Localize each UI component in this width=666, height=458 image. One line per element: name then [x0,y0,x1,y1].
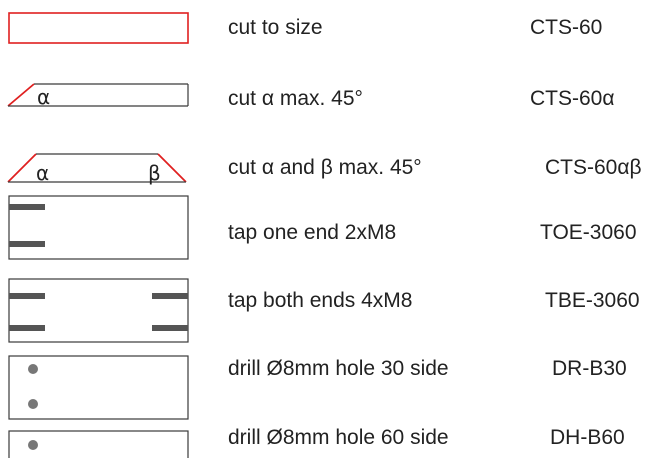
options-diagram: α α β cut to size CTS-60 cut α max. 45° … [0,0,666,458]
option-code: TBE-3060 [545,289,640,312]
option-description: tap both ends 4xM8 [228,289,413,312]
option-description: drill Ø8mm hole 30 side [228,357,449,380]
option-code: TOE-3060 [540,221,637,244]
option-row-cut-alpha: cut α max. 45° CTS-60α [0,79,666,119]
option-code: DR-B30 [552,357,627,380]
option-code: CTS-60αβ [545,156,642,179]
option-row-cut-alpha-beta: cut α and β max. 45° CTS-60αβ [0,148,666,188]
option-description: cut α max. 45° [228,87,363,110]
tap-mark [9,325,45,331]
option-description: tap one end 2xM8 [228,221,397,244]
option-description: cut to size [228,16,323,39]
option-row-drill-60-side: drill Ø8mm hole 60 side DH-B60 [0,418,666,458]
option-code: CTS-60 [530,16,603,39]
tap-mark [152,325,188,331]
option-code: CTS-60α [530,87,615,110]
option-row-drill-30-side: drill Ø8mm hole 30 side DR-B30 [0,349,666,389]
option-row-cut-to-size: cut to size CTS-60 [0,8,666,48]
tap-mark [9,204,45,210]
option-description: drill Ø8mm hole 60 side [228,426,449,449]
option-code: DH-B60 [550,426,625,449]
drill-hole [28,399,38,409]
option-row-tap-one-end: tap one end 2xM8 TOE-3060 [0,213,666,253]
option-row-tap-both-ends: tap both ends 4xM8 TBE-3060 [0,281,666,321]
option-description: cut α and β max. 45° [228,156,422,179]
